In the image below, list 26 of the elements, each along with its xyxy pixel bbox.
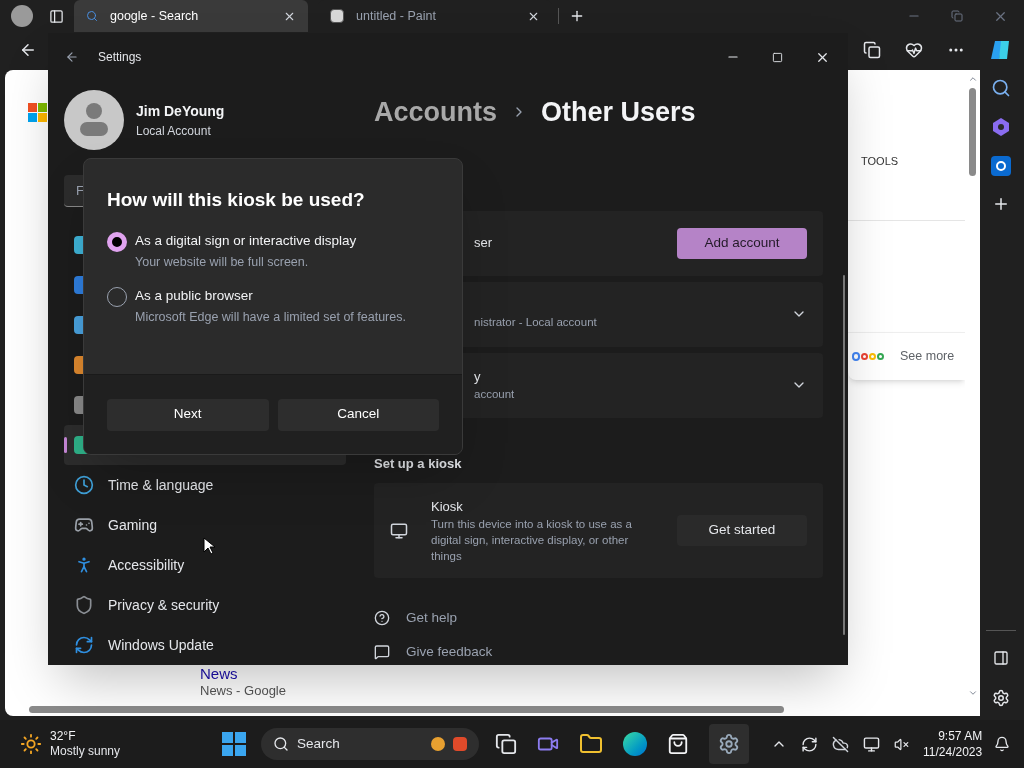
news-heading: News (200, 666, 238, 682)
window-title: Settings (98, 49, 142, 66)
nav-label: Privacy & security (108, 595, 220, 615)
account-details: account (474, 387, 515, 403)
option-label: As a public browser (135, 286, 254, 305)
page-title: Other Users (541, 96, 696, 129)
option-label: As a digital sign or interactive display (135, 231, 357, 250)
card-label: ser (474, 234, 493, 253)
nav-label: Gaming (108, 515, 158, 535)
account-name: y (474, 367, 482, 386)
news-source: News - Google (200, 683, 286, 699)
tab-title: google - Search (110, 7, 200, 25)
temperature: 32°F (50, 729, 77, 744)
account-details: nistrator - Local account (474, 315, 597, 331)
kiosk-description: Turn this device into a kiosk to use as a digital sign, interactive display, or other things (431, 517, 633, 565)
user-name: Jim DeYoung (136, 101, 225, 121)
kiosk-title: Kiosk (431, 497, 464, 516)
weather-condition: Mostly sunny (50, 744, 121, 759)
nav-label: Windows Update (108, 635, 214, 655)
account-type: Local Account (136, 122, 212, 140)
dialog-title: How will this kiosk be used? (107, 188, 366, 212)
tab-title: untitled - Paint (356, 7, 437, 25)
section-heading: Set up a kiosk (374, 454, 463, 473)
nav-label: Accessibility (108, 555, 185, 575)
nav-label: Time & language (108, 475, 214, 495)
option-description: Your website will be full screen. (135, 253, 310, 271)
